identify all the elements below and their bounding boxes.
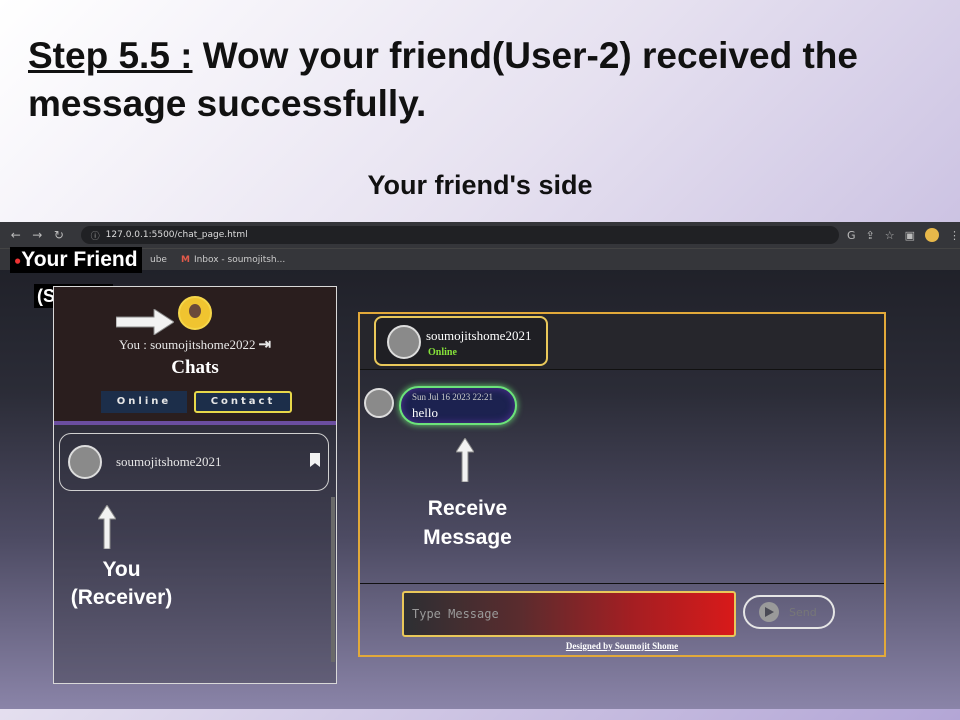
my-avatar [178, 296, 212, 330]
receive-label: Receive [427, 497, 508, 520]
sidebar-header: You : soumojitshome2022 ⇥ Chats Online Co… [54, 287, 336, 425]
arrow-up-icon [98, 505, 116, 549]
browser-icons: G ⇪ ☆ ▣ ⋮ [847, 228, 960, 242]
chat-header: soumojitshome2021 Online [360, 314, 884, 370]
menu-icon[interactable]: ⋮ [949, 229, 960, 242]
google-icon[interactable]: G [847, 229, 856, 242]
share-icon[interactable]: ⇪ [865, 229, 874, 242]
sidebar-scrollbar[interactable] [331, 497, 335, 662]
slide-subtitle: Your friend's side [367, 170, 593, 200]
send-label: Send [789, 605, 817, 619]
bookmark-youtube[interactable]: ube [150, 255, 167, 265]
receiver-label: (Receiver) [70, 586, 173, 609]
you-receiver-label: You (Receiver) [64, 556, 179, 612]
info-icon[interactable]: ⓘ [91, 229, 100, 242]
contact-item[interactable]: soumojitshome2021 [59, 433, 329, 491]
message-avatar [364, 388, 394, 418]
send-button[interactable]: Send [743, 595, 835, 629]
back-icon[interactable]: ← [8, 228, 24, 242]
star-icon[interactable]: ☆ [885, 229, 895, 242]
forward-icon[interactable]: → [30, 228, 46, 242]
chat-user-status: Online [428, 347, 457, 358]
tab-contact[interactable]: Contact [194, 391, 292, 413]
bookmark-gmail-label: Inbox - soumojitsh... [193, 254, 286, 265]
chat-sidebar: You : soumojitshome2022 ⇥ Chats Online Co… [53, 286, 337, 684]
bookmarks-bar: ube M Inbox - soumojitsh... [0, 248, 960, 270]
your-friend-text: Your Friend [21, 248, 138, 271]
url-text: 127.0.0.1:5500/chat_page.html [105, 230, 248, 240]
message-bubble: Sun Jul 16 2023 22:21 hello [399, 386, 517, 425]
designed-by-link[interactable]: Designed by Soumojit Shome [360, 641, 884, 651]
address-bar[interactable]: ⓘ 127.0.0.1:5500/chat_page.html [80, 226, 839, 244]
your-friend-label: ●Your Friend [10, 247, 142, 274]
chat-window: soumojitshome2021 Online Sun Jul 16 2023… [358, 312, 886, 657]
message-text: hello [412, 405, 438, 420]
bookmark-icon[interactable] [310, 453, 320, 467]
profile-avatar[interactable] [924, 228, 939, 242]
chats-title: Chats [171, 357, 219, 378]
gmail-icon: M [180, 254, 190, 265]
bookmark-gmail[interactable]: M Inbox - soumojitsh... [181, 255, 285, 265]
contact-name: soumojitshome2021 [116, 454, 222, 469]
message-time: Sun Jul 16 2023 22:21 [412, 392, 494, 402]
chat-user-avatar [387, 325, 421, 359]
arrow-up-icon [456, 438, 474, 482]
send-icon [759, 602, 779, 622]
message-list: Sun Jul 16 2023 22:21 hello Receive Mess… [360, 371, 884, 583]
browser-toolbar: ← → ↻ ⓘ 127.0.0.1:5500/chat_page.html G … [0, 222, 960, 248]
sidebar-icon[interactable]: ▣ [905, 229, 915, 242]
slide-title-step: Step 5.5 : [28, 35, 193, 76]
receive-message-label: Receive Message [400, 494, 535, 552]
message-label: Message [423, 526, 512, 549]
screenshot-region: ← → ↻ ⓘ 127.0.0.1:5500/chat_page.html G … [0, 222, 960, 709]
chat-footer: Send Designed by Soumojit Shome [360, 583, 884, 655]
contact-avatar [68, 445, 102, 479]
arrow-right-icon [116, 309, 174, 335]
reload-icon[interactable]: ↻ [51, 228, 67, 242]
chat-user-card: soumojitshome2021 Online [374, 316, 548, 366]
my-username-text: You : soumojitshome2022 [118, 337, 256, 352]
message-input[interactable] [402, 591, 736, 637]
logout-icon[interactable]: ⇥ [259, 337, 272, 353]
tab-online[interactable]: Online [101, 391, 187, 413]
chat-user-name: soumojitshome2021 [426, 328, 532, 343]
slide-title: Step 5.5 : Wow your friend(User-2) recei… [28, 32, 938, 128]
you-label: You [102, 558, 141, 581]
my-username: You : soumojitshome2022 ⇥ [54, 335, 336, 354]
